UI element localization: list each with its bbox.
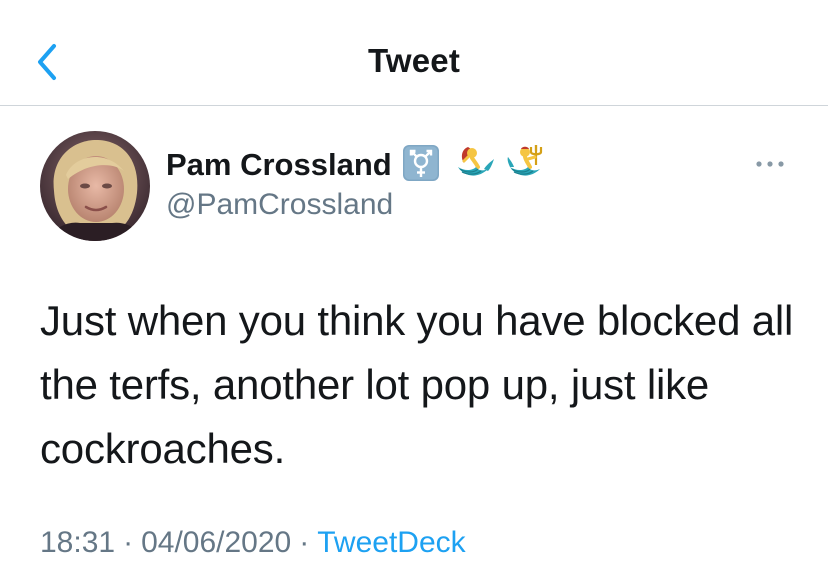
more-horizontal-icon	[756, 161, 784, 167]
meta-separator: ·	[299, 526, 310, 559]
meta-separator: ·	[123, 526, 134, 559]
display-name-row: Pam Crossland	[166, 144, 548, 186]
transgender-symbol-icon	[402, 144, 440, 187]
tweet-text: Just when you think you have blocked all…	[40, 297, 794, 472]
navigation-header: Tweet	[0, 0, 828, 106]
tweet-metadata: 18:31 · 04/06/2020 · TweetDeck	[40, 526, 466, 560]
page-title: Tweet	[367, 42, 461, 79]
user-handle[interactable]: @PamCrossland	[166, 188, 393, 222]
more-options-button[interactable]	[752, 152, 788, 176]
tweet-time: 18:31	[40, 526, 116, 559]
avatar[interactable]	[40, 131, 150, 241]
tweet-date: 04/06/2020	[141, 526, 292, 559]
tweet-source-link[interactable]: TweetDeck	[317, 526, 465, 559]
display-name[interactable]: Pam Crossland	[166, 147, 392, 183]
merman-icon	[506, 143, 548, 188]
mermaid-icon	[454, 143, 496, 188]
profile-photo	[40, 131, 150, 241]
